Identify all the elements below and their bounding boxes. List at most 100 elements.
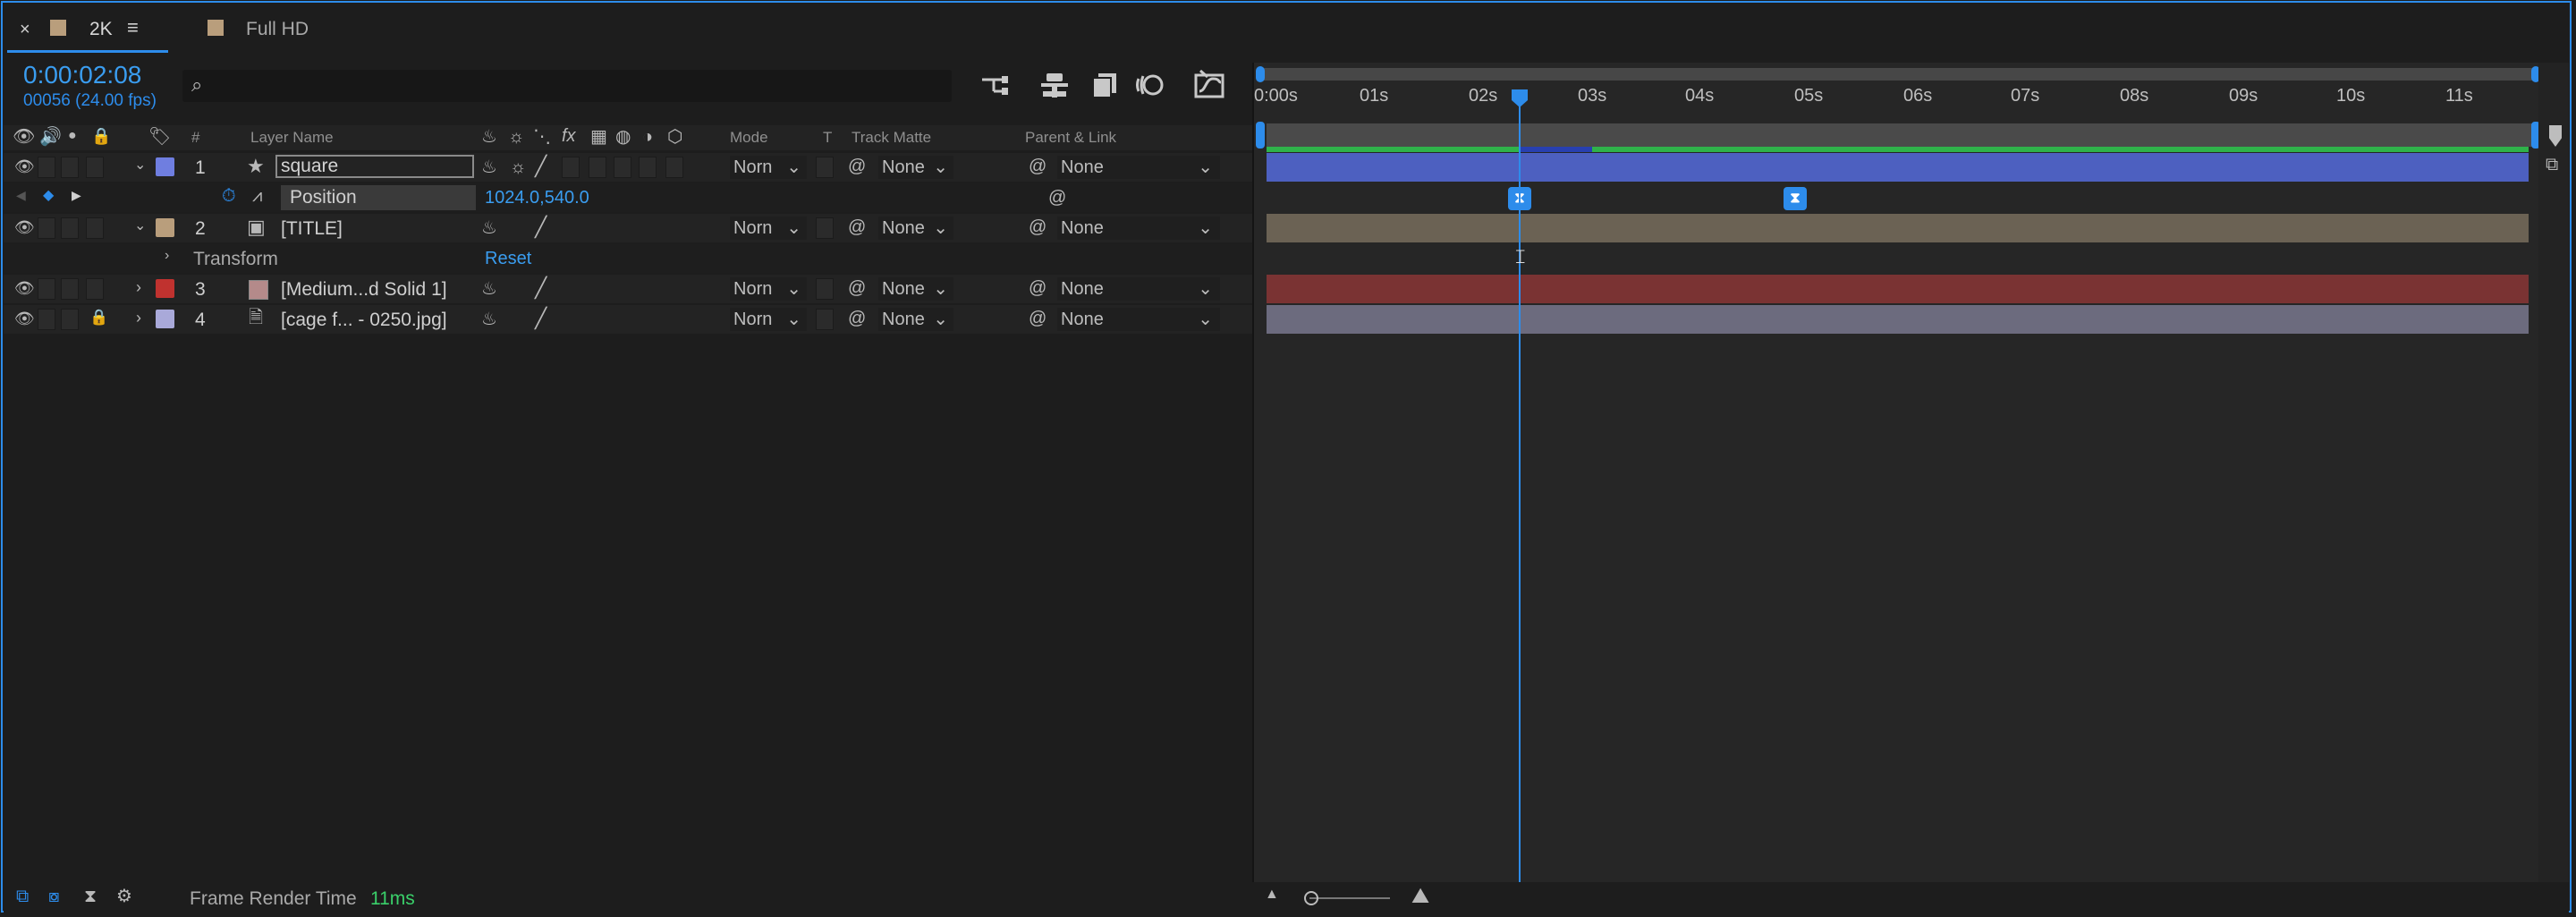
adjustment-layer-switch-icon[interactable]: ◑ xyxy=(642,128,653,146)
label-color-swatch[interactable] xyxy=(156,310,174,328)
preserve-transparency-toggle[interactable] xyxy=(816,217,834,239)
solo-toggle[interactable] xyxy=(61,309,79,330)
lock-icon[interactable]: 🔒 xyxy=(89,310,108,325)
matte-pickwhip-icon[interactable]: @ xyxy=(848,279,866,297)
panel-menu-icon[interactable]: ≡ xyxy=(127,16,139,39)
switch-box[interactable] xyxy=(614,157,631,178)
track-matte-dropdown[interactable]: None ⌄ xyxy=(878,308,953,331)
current-time-indicator-line[interactable] xyxy=(1519,97,1521,882)
layer-name-edit-field[interactable]: square xyxy=(275,155,474,178)
solo-toggle[interactable] xyxy=(61,157,79,178)
graph-editor-icon[interactable] xyxy=(1193,70,1225,98)
close-tab-icon[interactable]: × xyxy=(20,20,30,40)
layer-duration-bar-3[interactable] xyxy=(1267,275,2529,303)
mode-dropdown[interactable]: Norn ⌄ xyxy=(730,217,807,240)
solo-toggle[interactable] xyxy=(61,217,79,239)
switch-box[interactable] xyxy=(639,157,657,178)
audio-toggle[interactable] xyxy=(38,278,55,300)
audio-toggle[interactable] xyxy=(38,217,55,239)
property-row-transform[interactable]: › Transform Reset xyxy=(4,244,1252,273)
chevron-down-icon[interactable]: ⌄ xyxy=(134,219,146,233)
navigator-start-handle[interactable] xyxy=(1256,66,1265,82)
lock-switch-icon[interactable]: 🔒 xyxy=(91,128,111,144)
preserve-transparency-toggle[interactable] xyxy=(816,157,834,178)
parent-pickwhip-icon[interactable]: @ xyxy=(1029,157,1046,175)
column-parent-link[interactable]: Parent & Link xyxy=(1025,129,1116,147)
next-keyframe-icon[interactable]: ▶ xyxy=(72,189,81,201)
quality-slash-icon[interactable]: ╱ xyxy=(535,217,547,237)
expression-pickwhip-icon[interactable]: @ xyxy=(1048,189,1066,207)
label-tag-icon[interactable]: 🏷 xyxy=(148,128,171,146)
column-t[interactable]: T xyxy=(823,129,832,147)
audio-toggle[interactable] xyxy=(38,157,55,178)
matte-pickwhip-icon[interactable]: @ xyxy=(848,310,866,327)
tab-full-hd[interactable]: Full HD xyxy=(246,19,309,40)
switch-box[interactable] xyxy=(589,157,606,178)
time-ruler[interactable]: 0:00s 01s 02s 03s 04s 05s 06s 07s 08s 09… xyxy=(1254,86,2538,122)
chevron-right-icon[interactable]: › xyxy=(136,279,141,295)
quality-switch-icon[interactable]: ⋱ xyxy=(533,128,551,146)
layer-name[interactable]: [TITLE] xyxy=(281,218,343,240)
layer-switches-toggle-icon[interactable]: ⧉ xyxy=(16,887,29,905)
column-mode[interactable]: Mode xyxy=(730,129,768,147)
mode-dropdown[interactable]: Norn ⌄ xyxy=(730,308,807,331)
work-area-start-handle[interactable] xyxy=(1256,122,1265,149)
parent-dropdown[interactable]: None ⌄ xyxy=(1057,217,1220,240)
draft-3d-icon[interactable] xyxy=(1039,72,1070,98)
quality-slash-icon[interactable]: ╱ xyxy=(535,278,547,298)
layer-row-4[interactable]: 👁 🔒 › 4 🗎 [cage f... - 0250.jpg] ♨ ╱ Nor… xyxy=(4,305,1252,334)
track-matte-dropdown[interactable]: None ⌄ xyxy=(878,156,953,179)
preserve-transparency-toggle[interactable] xyxy=(816,278,834,300)
column-track-matte[interactable]: Track Matte xyxy=(852,129,931,147)
shy-icon[interactable]: ♨ xyxy=(481,280,497,298)
solo-switch-icon[interactable]: ● xyxy=(68,129,77,143)
label-color-swatch[interactable] xyxy=(156,157,174,176)
in-out-toggle-icon[interactable]: ⧗ xyxy=(84,887,97,905)
render-time-toggle-icon[interactable]: ⚙ xyxy=(116,887,132,905)
shy-icon[interactable]: ♨ xyxy=(481,219,497,237)
collapse-switch-icon[interactable]: ☼ xyxy=(508,128,524,146)
previous-keyframe-icon[interactable]: ◀ xyxy=(16,189,26,201)
parent-pickwhip-icon[interactable]: @ xyxy=(1029,279,1046,297)
lock-toggle[interactable] xyxy=(86,157,104,178)
column-layer-name[interactable]: Layer Name xyxy=(250,129,334,147)
timeline-area[interactable] xyxy=(1254,63,2538,882)
solo-toggle[interactable] xyxy=(61,278,79,300)
search-input[interactable]: ⌕ xyxy=(182,70,952,102)
label-color-swatch[interactable] xyxy=(156,279,174,298)
audio-switch-icon[interactable]: 🔊 xyxy=(39,128,62,146)
mode-dropdown[interactable]: Norn ⌄ xyxy=(730,277,807,301)
chevron-right-icon[interactable]: › xyxy=(165,249,169,263)
matte-pickwhip-icon[interactable]: @ xyxy=(848,157,866,175)
parent-dropdown[interactable]: None ⌄ xyxy=(1057,308,1220,331)
shy-icon[interactable]: ♨ xyxy=(481,310,497,328)
search-field[interactable] xyxy=(218,73,937,98)
3d-layer-switch-icon[interactable]: ⬡ xyxy=(667,128,682,146)
transfer-controls-toggle-icon[interactable]: ⧇ xyxy=(48,887,60,905)
tab-2k[interactable]: 2K xyxy=(89,19,113,40)
switch-box[interactable] xyxy=(665,157,683,178)
motion-blur-switch-icon[interactable]: ◍ xyxy=(615,128,631,146)
track-matte-dropdown[interactable]: None ⌄ xyxy=(878,277,953,301)
mode-dropdown[interactable]: Norn ⌄ xyxy=(730,156,807,179)
collapse-icon[interactable]: ☼ xyxy=(510,158,526,176)
work-area-bar[interactable] xyxy=(1267,123,2538,147)
reset-link[interactable]: Reset xyxy=(485,249,531,269)
column-number[interactable]: # xyxy=(191,129,199,147)
quality-slash-icon[interactable]: ╱ xyxy=(535,309,547,328)
eye-icon[interactable]: 👁 xyxy=(14,219,35,235)
chevron-right-icon[interactable]: › xyxy=(136,310,141,326)
zoom-slider-track[interactable] xyxy=(1309,897,1390,899)
audio-toggle[interactable] xyxy=(38,309,55,330)
parent-pickwhip-icon[interactable]: @ xyxy=(1029,310,1046,327)
current-time-display[interactable]: 0:00:02:08 xyxy=(23,61,141,89)
composition-flowchart-icon[interactable] xyxy=(979,72,1011,98)
layer-name[interactable]: [Medium...d Solid 1] xyxy=(281,279,447,301)
parent-dropdown[interactable]: None ⌄ xyxy=(1057,156,1220,179)
frame-blend-switch-icon[interactable]: ▦ xyxy=(590,128,607,146)
layer-row-2[interactable]: 👁 ⌄ 2 ▣ [TITLE] ♨ ╱ Norn ⌄ @ None ⌄ @ None… xyxy=(4,214,1252,242)
layer-name[interactable]: [cage f... - 0250.jpg] xyxy=(281,310,447,331)
shy-icon[interactable]: ♨ xyxy=(481,158,497,176)
shy-switch-icon[interactable]: ♨ xyxy=(481,128,497,146)
video-switch-icon[interactable]: 👁 xyxy=(13,128,35,146)
